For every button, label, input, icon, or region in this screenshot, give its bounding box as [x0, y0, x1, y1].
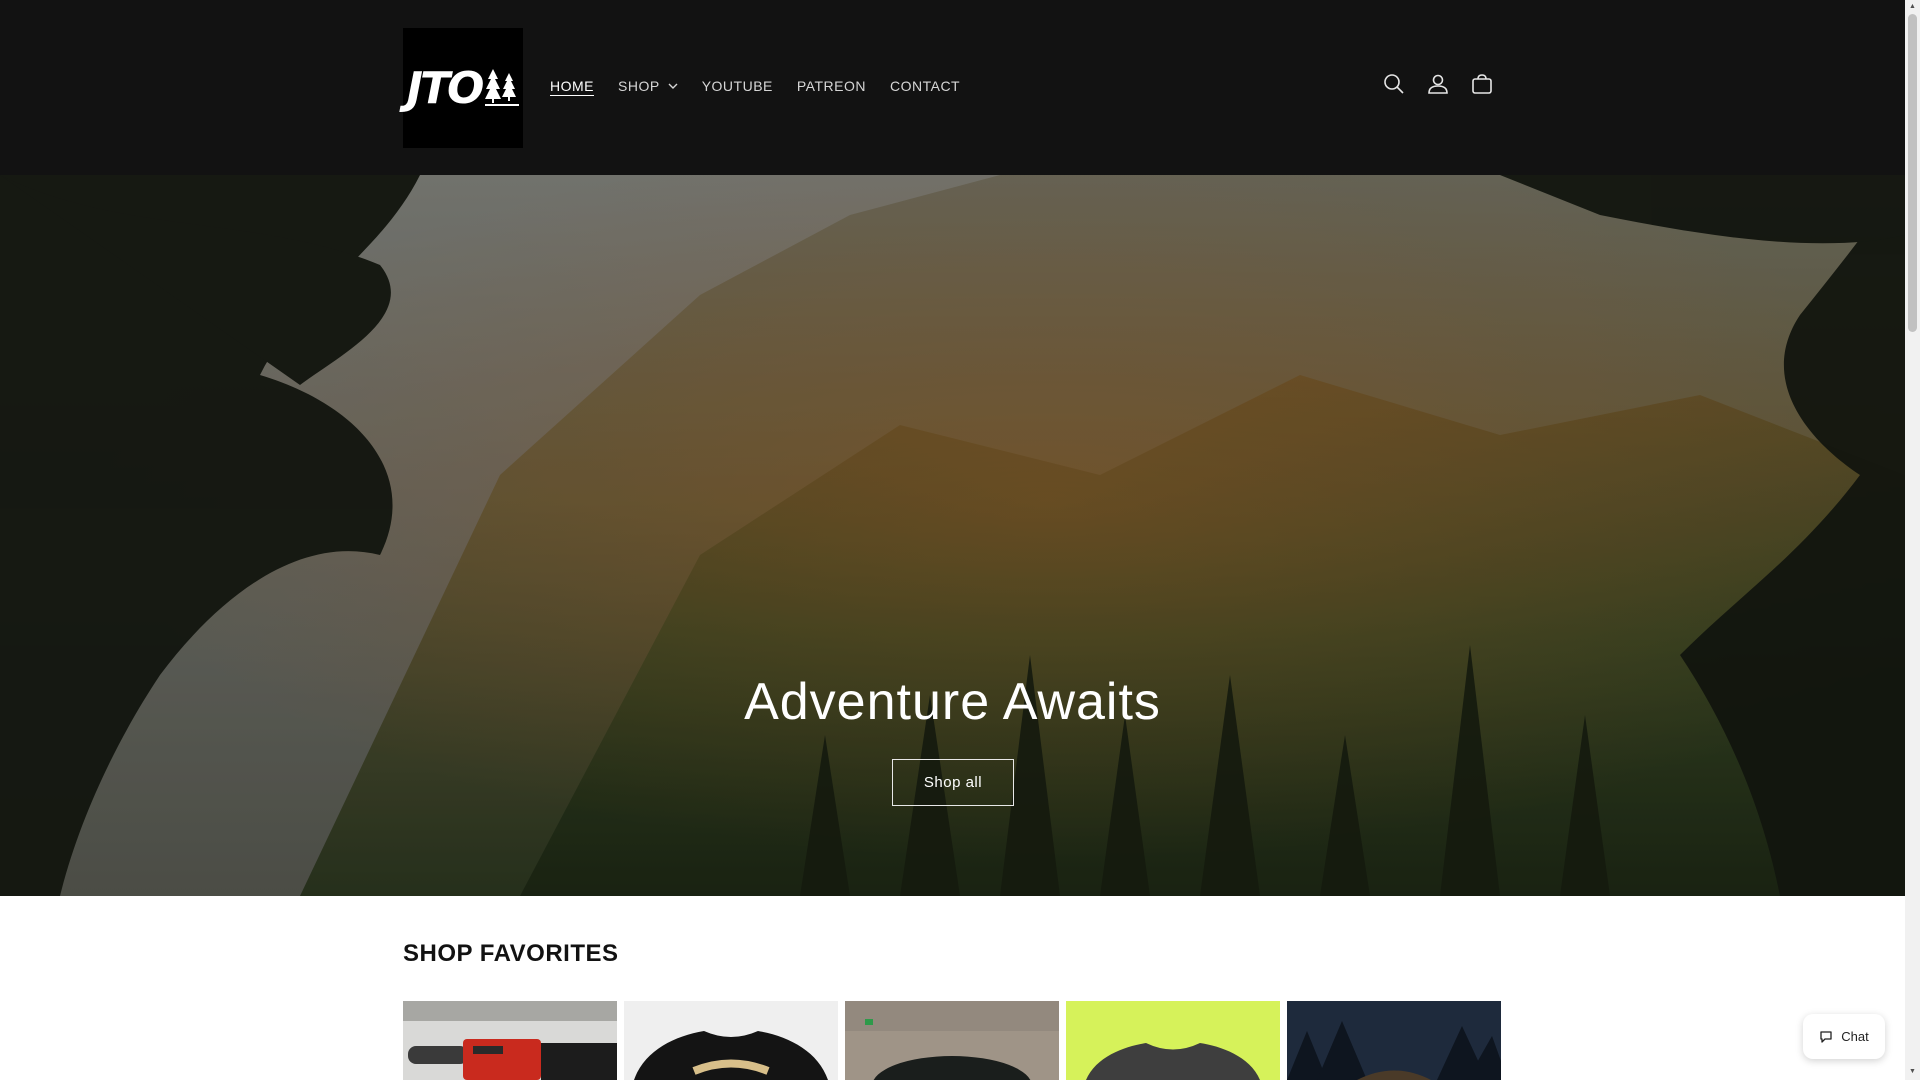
main-nav: HOME SHOP YOUTUBE PATREON CONTACT [550, 78, 984, 94]
account-icon[interactable] [1426, 72, 1450, 96]
nav-shop-label: SHOP [618, 78, 660, 94]
site-logo[interactable]: JTO [403, 28, 523, 148]
site-header: JTO HOME SHOP YOUTUBE PATREON CONTACT [0, 0, 1905, 175]
product-image [403, 1001, 617, 1080]
logo-text: JTO [406, 62, 485, 114]
hero-banner: Adventure Awaits Shop all [0, 175, 1905, 896]
page-scrollbar[interactable]: ▲ ▼ [1905, 0, 1920, 1080]
nav-home[interactable]: HOME [550, 78, 594, 94]
product-image [1287, 1001, 1501, 1080]
search-icon[interactable] [1382, 72, 1406, 96]
product-image [624, 1001, 838, 1080]
scroll-down-icon[interactable]: ▼ [1909, 1068, 1916, 1075]
header-actions [1382, 72, 1494, 96]
product-grid [403, 1001, 1501, 1080]
product-card[interactable] [624, 1001, 838, 1080]
product-card[interactable] [845, 1001, 1059, 1080]
chat-button[interactable]: Chat [1803, 1014, 1885, 1059]
chevron-down-icon [668, 83, 678, 89]
product-card[interactable] [1066, 1001, 1280, 1080]
nav-shop[interactable]: SHOP [618, 78, 678, 94]
product-card[interactable] [1287, 1001, 1501, 1080]
favorites-title: SHOP FAVORITES [403, 940, 619, 967]
nav-youtube[interactable]: YOUTUBE [702, 78, 773, 94]
product-card[interactable] [403, 1001, 617, 1080]
hero-title: Adventure Awaits [744, 673, 1161, 731]
scrollbar-thumb[interactable] [1908, 14, 1917, 332]
chat-label: Chat [1841, 1029, 1869, 1044]
shop-all-button[interactable]: Shop all [892, 759, 1014, 806]
page: JTO HOME SHOP YOUTUBE PATREON CONTACT Ad… [0, 0, 1905, 1080]
scroll-up-icon[interactable]: ▲ [1909, 3, 1916, 10]
nav-contact[interactable]: CONTACT [890, 78, 960, 94]
chat-bubble-icon [1820, 1030, 1832, 1043]
cart-icon[interactable] [1470, 72, 1494, 96]
product-image [845, 1001, 1059, 1080]
nav-patreon[interactable]: PATREON [797, 78, 866, 94]
product-image [1066, 1001, 1280, 1080]
logo-trees-icon [485, 69, 520, 106]
